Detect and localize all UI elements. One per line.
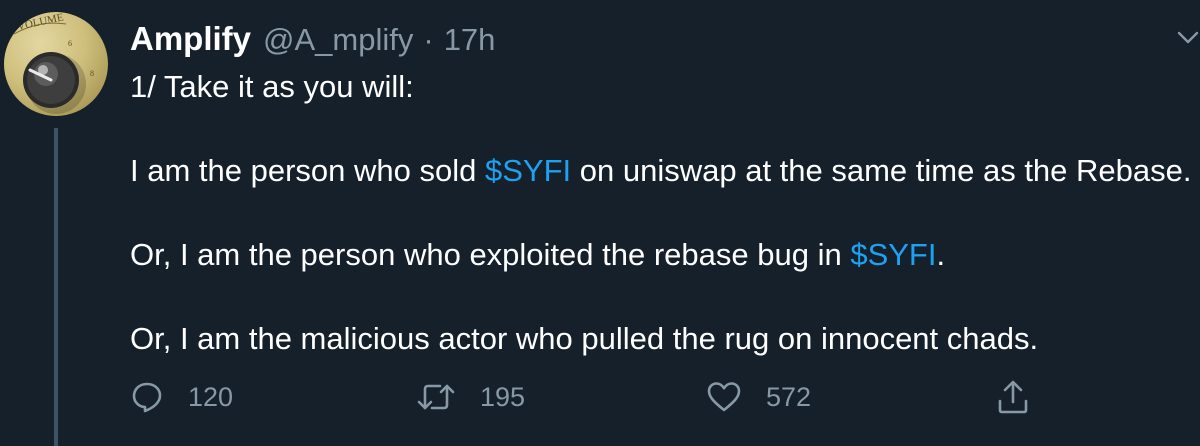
- like-count: 572: [766, 381, 812, 412]
- tweet-line-2: I am the person who sold $SYFI on uniswa…: [130, 150, 1192, 192]
- volume-label: VOLUME: [16, 12, 65, 33]
- avatar[interactable]: VOLUME 6 8 10 11: [4, 12, 108, 116]
- tweet-line-3-post: .: [936, 237, 946, 272]
- reply-button[interactable]: 120: [130, 372, 233, 422]
- reply-icon: [132, 382, 162, 413]
- retweet-count: 195: [480, 381, 526, 412]
- svg-text:8: 8: [90, 69, 94, 78]
- retweet-button[interactable]: 195: [416, 372, 525, 422]
- tweet-line-2-pre: I am the person who sold: [130, 153, 485, 188]
- thread-line: [54, 128, 58, 446]
- share-button[interactable]: [996, 372, 1030, 422]
- tweet-line-4: Or, I am the malicious actor who pulled …: [130, 321, 1039, 356]
- retweet-icon: [417, 384, 455, 410]
- heart-icon: [707, 382, 741, 412]
- like-button[interactable]: 572: [706, 372, 811, 422]
- user-handle[interactable]: @A_mplify: [263, 22, 413, 58]
- cashtag-link-syfi[interactable]: $SYFI: [850, 237, 936, 272]
- tweet-line-2-post: on uniswap at the same time as the Rebas…: [571, 153, 1192, 188]
- chevron-down-icon: [1177, 31, 1199, 44]
- separator-dot: ·: [423, 22, 434, 57]
- tweet-line-3-pre: Or, I am the person who exploited the re…: [130, 237, 851, 272]
- share-icon: [998, 380, 1028, 414]
- tweet-line-3: Or, I am the person who exploited the re…: [130, 234, 1190, 276]
- tweet: VOLUME 6 8 10 11 Amplify @A_mplify · 17h…: [0, 0, 1200, 446]
- svg-text:6: 6: [68, 39, 72, 48]
- svg-text:10: 10: [84, 107, 92, 116]
- more-options-button[interactable]: [1176, 28, 1200, 48]
- tweet-header: Amplify @A_mplify · 17h: [130, 20, 495, 64]
- reply-count: 120: [188, 381, 234, 412]
- tweet-text: 1/ Take it as you will: I am the person …: [130, 66, 1192, 360]
- display-name[interactable]: Amplify: [130, 20, 251, 58]
- tweet-line-1: 1/ Take it as you will:: [130, 69, 414, 104]
- cashtag-link-syfi[interactable]: $SYFI: [485, 153, 571, 188]
- tweet-actions: 120 195 572: [130, 372, 1190, 422]
- volume-knob-image: VOLUME 6 8 10 11: [13, 12, 94, 116]
- tweet-timestamp[interactable]: 17h: [444, 22, 496, 58]
